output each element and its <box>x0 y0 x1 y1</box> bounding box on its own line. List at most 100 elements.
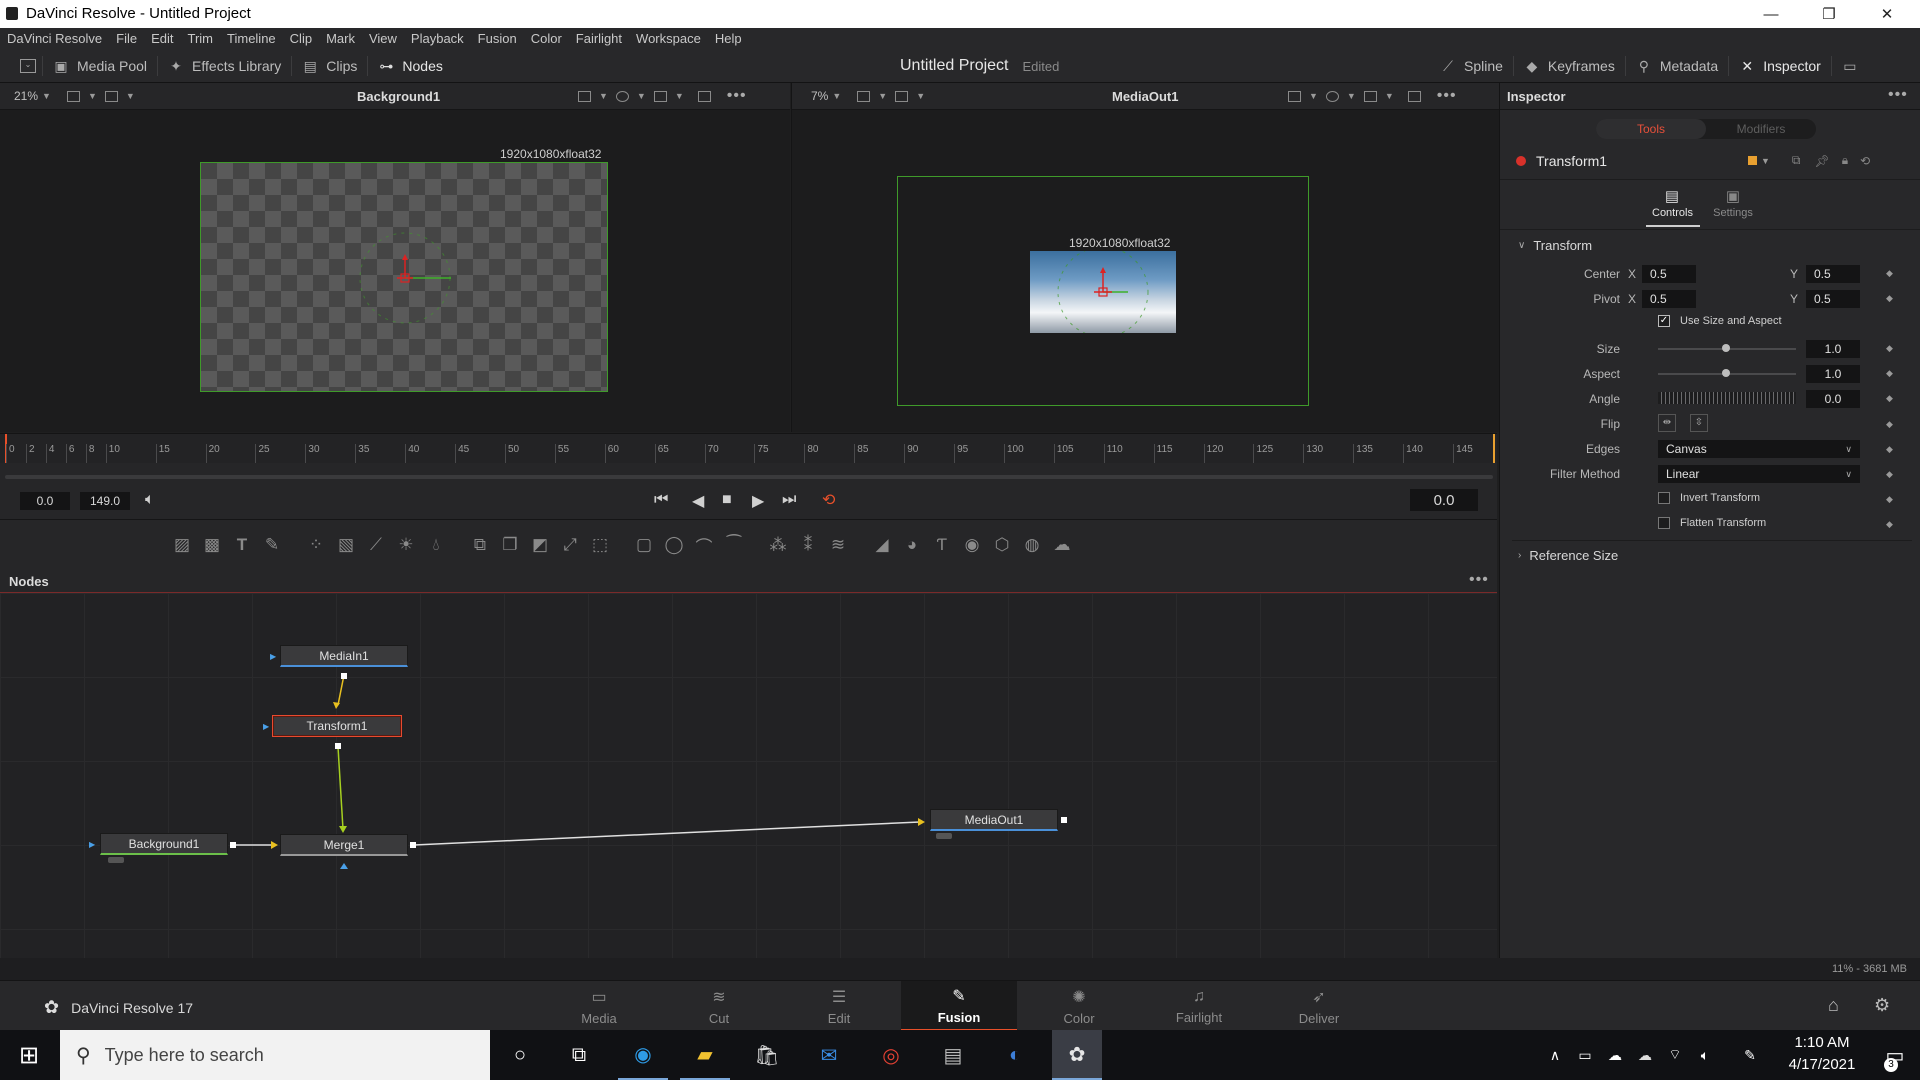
node-transform1[interactable]: Transform1 <box>272 715 402 737</box>
chevron-down-icon[interactable]: ▼ <box>916 91 925 101</box>
inspector-button[interactable]: ✕ Inspector <box>1729 50 1831 82</box>
wifi-icon[interactable]: ⌔ <box>1660 1030 1690 1080</box>
keyframe-diamond-icon[interactable]: ◆ <box>1886 268 1893 279</box>
section-reference-size[interactable]: › Reference Size <box>1518 548 1618 563</box>
curves-tool-icon[interactable]: ⟋ <box>361 530 391 560</box>
flatten-transform-checkbox[interactable]: Flatten Transform <box>1658 517 1766 529</box>
battery-icon[interactable]: ▭ <box>1570 1030 1600 1080</box>
media-pool-button[interactable]: ▣ Media Pool <box>43 50 157 82</box>
page-fairlight[interactable]: ♫ Fairlight <box>1144 981 1254 1031</box>
grid-icon[interactable] <box>1363 90 1377 102</box>
edges-dropdown[interactable]: Canvas ∨ <box>1658 440 1860 458</box>
invert-transform-checkbox[interactable]: Invert Transform <box>1658 492 1760 504</box>
tool-color-swatch[interactable] <box>1748 156 1757 165</box>
tool-enabled-dot[interactable] <box>1516 156 1526 166</box>
center-x-field[interactable]: 0.5 <box>1642 265 1696 283</box>
subtab-controls[interactable]: ▤ Controls <box>1652 187 1693 219</box>
reset-icon[interactable]: ⟲ <box>1860 154 1870 168</box>
viewer-layout-icon[interactable] <box>66 90 80 102</box>
keyframe-diamond-icon[interactable]: ◆ <box>1886 469 1893 480</box>
qbittorrent-icon[interactable]: ◐ <box>990 1030 1040 1080</box>
more-options-icon[interactable]: ••• <box>727 87 747 105</box>
crop-tool-icon[interactable]: ⬚ <box>585 530 615 560</box>
keyframe-diamond-icon[interactable]: ◆ <box>1886 519 1893 530</box>
metadata-button[interactable]: ⚲ Metadata <box>1626 50 1728 82</box>
channel-booleans-tool-icon[interactable]: ❐ <box>495 530 525 560</box>
chevron-down-icon[interactable]: ▼ <box>832 91 841 101</box>
node-output-port[interactable] <box>230 842 236 848</box>
viewer-layout-icon[interactable] <box>857 90 871 102</box>
flip-horizontal-icon[interactable]: ⇹ <box>1658 414 1676 432</box>
rectangle-mask-icon[interactable]: ▢ <box>629 530 659 560</box>
transform-widget[interactable] <box>1030 251 1176 333</box>
windows-start-icon[interactable]: ⊞ <box>4 1030 54 1080</box>
chrome-icon[interactable]: ◎ <box>866 1030 916 1080</box>
project-manager-home-icon[interactable]: ⌂ <box>1828 995 1839 1016</box>
fullscreen-toggle-icon[interactable]: ▭ <box>1832 50 1876 82</box>
section-transform[interactable]: ∨ Transform <box>1518 238 1592 253</box>
pivot-y-field[interactable]: 0.5 <box>1806 290 1860 308</box>
matte-control-tool-icon[interactable]: ◩ <box>525 530 555 560</box>
pivot-x-field[interactable]: 0.5 <box>1642 290 1696 308</box>
task-view-icon[interactable]: ⧉ <box>554 1030 604 1080</box>
viewer-left-zoom[interactable]: 21% <box>14 89 38 103</box>
aspect-field[interactable]: 1.0 <box>1806 365 1860 383</box>
safe-area-icon[interactable] <box>1407 90 1421 102</box>
node-background1[interactable]: Background1 <box>100 833 228 855</box>
keyframe-diamond-icon[interactable]: ◆ <box>1886 293 1893 304</box>
inspector-more-options-icon[interactable]: ••• <box>1888 86 1908 104</box>
node-output-port[interactable] <box>1061 817 1067 823</box>
center-y-field[interactable]: 0.5 <box>1806 265 1860 283</box>
page-fusion[interactable]: ✎ Fusion <box>901 981 1017 1031</box>
image-plane-3d-icon[interactable]: ◢ <box>867 530 897 560</box>
menu-help[interactable]: Help <box>708 28 749 50</box>
text-tool-icon[interactable]: T <box>227 530 257 560</box>
time-ruler[interactable]: 0 2 4 6 8 10 15 20 25 30 35 40 45 50 55 60 65 70 75 80 85 90 9… <box>0 433 1497 464</box>
filter-method-dropdown[interactable]: Linear ∨ <box>1658 465 1860 483</box>
davinci-resolve-taskbar-icon[interactable]: ✿ <box>1052 1030 1102 1080</box>
text-3d-icon[interactable]: Ƭ <box>927 530 957 560</box>
tab-modifiers[interactable]: Modifiers <box>1706 119 1816 139</box>
taskbar-clock[interactable]: 1:10 AM 4/17/2021 <box>1772 1034 1872 1073</box>
blur-tool-icon[interactable]: 💧︎ <box>421 530 451 560</box>
keyframe-diamond-icon[interactable]: ◆ <box>1886 419 1893 430</box>
chevron-down-icon[interactable]: ▼ <box>126 91 135 101</box>
tab-tools[interactable]: Tools <box>1596 119 1706 139</box>
keyframes-button[interactable]: ◆ Keyframes <box>1514 50 1625 82</box>
fast-noise-tool-icon[interactable]: ▧ <box>331 530 361 560</box>
taskbar-search-box[interactable]: ⚲ Type here to search <box>60 1030 490 1080</box>
use-size-aspect-checkbox[interactable]: ✓ Use Size and Aspect <box>1658 315 1782 327</box>
microsoft-store-icon[interactable]: 🛍︎ <box>742 1030 792 1080</box>
play-forward-icon[interactable]: ▶ <box>752 491 764 511</box>
loop-icon[interactable]: ⟲ <box>822 490 835 510</box>
clips-button[interactable]: ▤ Clips <box>292 50 367 82</box>
lock-icon[interactable]: 🔒︎ <box>1842 153 1848 168</box>
onedrive-icon[interactable]: ☁ <box>1630 1030 1660 1080</box>
color-channel-icon[interactable] <box>615 90 629 102</box>
chevron-down-icon[interactable]: ▼ <box>878 91 887 101</box>
nodes-button[interactable]: ⊶ Nodes <box>368 50 452 82</box>
size-slider-thumb[interactable] <box>1722 344 1730 352</box>
shape-3d-icon[interactable]: ◕ <box>897 530 927 560</box>
project-settings-gear-icon[interactable]: ⚙ <box>1874 995 1890 1016</box>
chevron-down-icon[interactable]: ▼ <box>88 91 97 101</box>
chevron-down-icon[interactable]: ▼ <box>675 91 684 101</box>
safe-area-icon[interactable] <box>697 90 711 102</box>
camera-3d-icon[interactable]: ⬡ <box>987 530 1017 560</box>
time-slider-track[interactable] <box>5 475 1493 479</box>
cortana-icon[interactable]: ○ <box>495 1030 545 1080</box>
viewer-subview-icon[interactable] <box>104 90 118 102</box>
global-start-field[interactable]: 0.0 <box>20 492 70 510</box>
transform-widget[interactable] <box>201 163 609 393</box>
menu-davinci-resolve[interactable]: DaVinci Resolve <box>0 28 109 50</box>
angle-field[interactable]: 0.0 <box>1806 390 1860 408</box>
node-mediaout1[interactable]: MediaOut1 <box>930 809 1058 831</box>
resize-tool-icon[interactable]: ⤢ <box>555 530 585 560</box>
node-mediain1[interactable]: MediaIn1 <box>280 645 408 667</box>
menu-playback[interactable]: Playback <box>404 28 471 50</box>
menu-timeline[interactable]: Timeline <box>220 28 283 50</box>
go-to-start-icon[interactable]: ⏮︎ <box>654 491 668 509</box>
stop-icon[interactable]: ■ <box>722 491 732 509</box>
subtab-settings[interactable]: ▣ Settings <box>1711 187 1755 219</box>
background-preview-canvas[interactable] <box>200 162 608 392</box>
